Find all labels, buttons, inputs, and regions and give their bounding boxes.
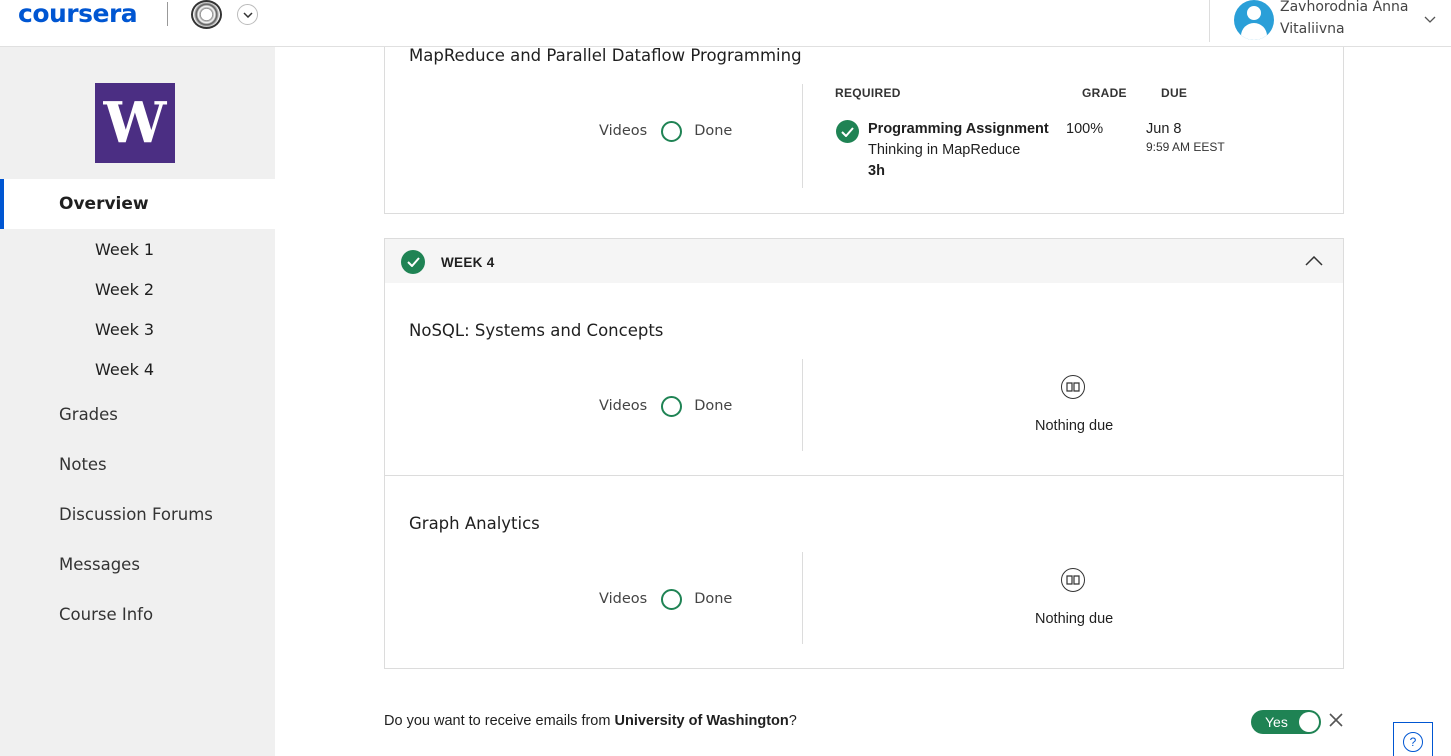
section-title[interactable]: Graph Analytics: [409, 514, 540, 533]
videos-label: Videos: [599, 591, 648, 607]
completion-circle-icon: [661, 588, 683, 610]
videos-label: Videos: [599, 123, 648, 139]
done-label: Done: [694, 591, 733, 607]
user-menu-chevron-icon[interactable]: [1424, 11, 1436, 29]
header-divider: [1209, 0, 1210, 42]
column-header-grade: GRADE: [1082, 86, 1127, 100]
user-name-line1: Zavhorodnia Anna: [1280, 0, 1409, 15]
toggle-label: Yes: [1265, 714, 1288, 730]
sidebar-item-week-1[interactable]: Week 1: [95, 240, 154, 259]
assignment-due-time: 9:59 AM EEST: [1146, 140, 1225, 154]
sidebar-item-week-2[interactable]: Week 2: [95, 280, 154, 299]
book-icon: [1061, 568, 1085, 592]
week-4-header[interactable]: WEEK 4: [385, 239, 1343, 283]
user-name-line2: Vitaliivna: [1280, 21, 1345, 37]
checkmark-icon: [836, 120, 859, 143]
column-divider: [802, 84, 803, 188]
top-navigation-bar: coursera Zavhorodnia Anna Vitaliivna: [0, 0, 1451, 47]
nothing-due-label: Nothing due: [1035, 611, 1114, 627]
assignment-duration: 3h: [868, 163, 885, 179]
email-opt-in-toggle[interactable]: Yes: [1251, 710, 1321, 734]
column-divider: [802, 552, 803, 644]
completion-circle-icon: [661, 120, 683, 142]
completion-circle-icon: [661, 395, 683, 417]
videos-progress: Videos Done: [599, 395, 732, 417]
section-title[interactable]: NoSQL: Systems and Concepts: [409, 321, 663, 340]
week-3-card: MapReduce and Parallel Dataflow Programm…: [384, 20, 1344, 214]
sidebar-item-messages[interactable]: Messages: [59, 555, 140, 574]
email-opt-in-prompt: Do you want to receive emails from Unive…: [384, 713, 797, 729]
done-label: Done: [694, 398, 733, 414]
book-icon: [1061, 375, 1085, 399]
sidebar-item-notes[interactable]: Notes: [59, 455, 107, 474]
chevron-down-icon[interactable]: [237, 4, 258, 25]
column-divider: [802, 359, 803, 451]
logo-divider: [167, 2, 168, 26]
column-header-required: REQUIRED: [835, 86, 901, 100]
videos-progress: Videos Done: [599, 588, 732, 610]
chevron-up-icon[interactable]: [1305, 253, 1323, 271]
user-name[interactable]: Zavhorodnia Anna Vitaliivna: [1280, 0, 1410, 40]
week-complete-check-icon: [401, 250, 425, 274]
sidebar-item-week-3[interactable]: Week 3: [95, 320, 154, 339]
help-icon: ?: [1403, 732, 1423, 752]
videos-progress: Videos Done: [599, 120, 732, 142]
section-divider: [385, 475, 1343, 476]
coursera-logo[interactable]: coursera: [18, 0, 138, 28]
sidebar-item-week-4[interactable]: Week 4: [95, 360, 154, 379]
nothing-due-label: Nothing due: [1035, 418, 1114, 434]
sidebar-item-label: Overview: [59, 194, 149, 214]
videos-label: Videos: [599, 398, 648, 414]
email-prompt-prefix: Do you want to receive emails from: [384, 713, 615, 729]
week-4-card: WEEK 4 NoSQL: Systems and Concepts Video…: [384, 238, 1344, 669]
user-avatar-icon[interactable]: [1234, 0, 1274, 40]
sidebar-item-course-info[interactable]: Course Info: [59, 605, 153, 624]
help-button[interactable]: ?: [1393, 722, 1433, 756]
university-seal-icon[interactable]: [191, 0, 222, 29]
section-title[interactable]: MapReduce and Parallel Dataflow Programm…: [409, 46, 802, 65]
email-prompt-suffix: ?: [788, 713, 797, 729]
close-icon[interactable]: [1329, 713, 1343, 732]
done-label: Done: [694, 123, 733, 139]
assignment-due-date: Jun 8: [1146, 121, 1182, 137]
assignment-type[interactable]: Programming Assignment: [868, 121, 1049, 137]
course-sidebar: W Overview Week 1 Week 2 Week 3 Week 4 G…: [0, 47, 275, 756]
column-header-due: DUE: [1161, 86, 1188, 100]
university-of-washington-logo[interactable]: W: [95, 83, 175, 163]
email-prompt-org: University of Washington: [614, 713, 789, 729]
assignment-grade: 100%: [1066, 121, 1104, 137]
sidebar-item-grades[interactable]: Grades: [59, 405, 118, 424]
sidebar-item-discussion-forums[interactable]: Discussion Forums: [59, 505, 213, 524]
sidebar-item-overview[interactable]: Overview: [0, 179, 275, 229]
assignment-name[interactable]: Thinking in MapReduce: [868, 142, 1020, 158]
toggle-knob: [1299, 712, 1319, 732]
week-label: WEEK 4: [441, 255, 495, 270]
